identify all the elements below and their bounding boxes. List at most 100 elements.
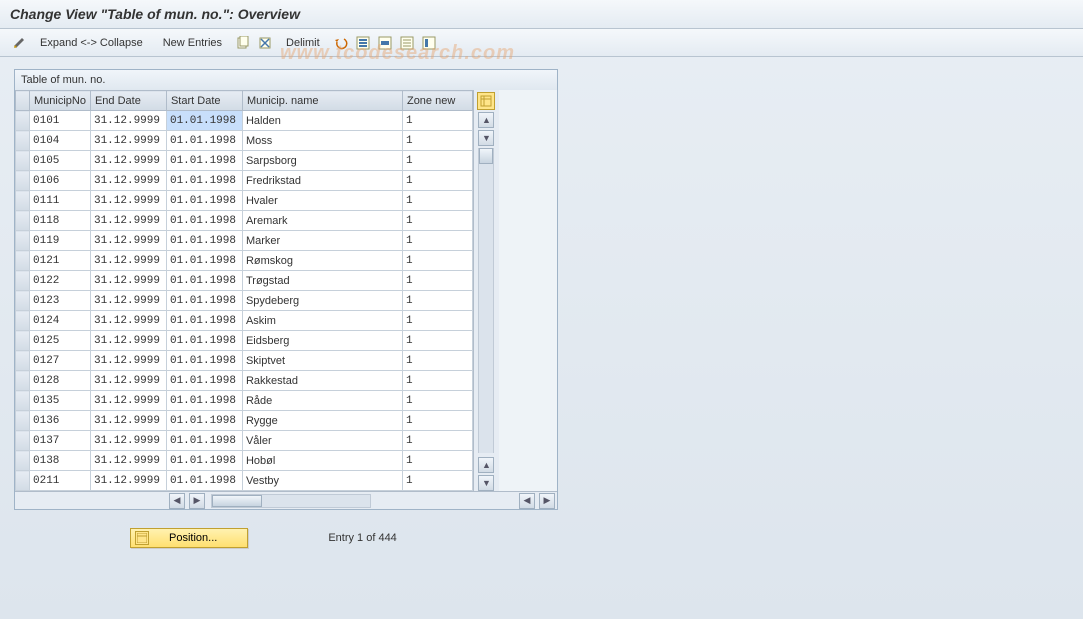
cell-startdate[interactable]: 01.01.1998 (166, 291, 242, 311)
delete-icon[interactable] (256, 34, 274, 52)
new-entries-button[interactable]: New Entries (155, 35, 230, 51)
row-handle[interactable] (16, 451, 30, 471)
row-handle[interactable] (16, 131, 30, 151)
row-handle[interactable] (16, 391, 30, 411)
row-selector-header[interactable] (16, 91, 30, 111)
cell-name[interactable]: Sarpsborg (242, 151, 402, 171)
cell-enddate[interactable]: 31.12.9999 (90, 331, 166, 351)
row-handle[interactable] (16, 291, 30, 311)
cell-startdate[interactable]: 01.01.1998 (166, 171, 242, 191)
cell-municipno[interactable]: 0128 (30, 371, 91, 391)
cell-zone[interactable]: 1 (402, 391, 472, 411)
cell-enddate[interactable]: 31.12.9999 (90, 451, 166, 471)
cell-zone[interactable]: 1 (402, 251, 472, 271)
table-row[interactable]: 012831.12.999901.01.1998Rakkestad1 (16, 371, 473, 391)
table-row[interactable]: 011931.12.999901.01.1998Marker1 (16, 231, 473, 251)
table-row[interactable]: 013631.12.999901.01.1998Rygge1 (16, 411, 473, 431)
row-handle[interactable] (16, 331, 30, 351)
cell-zone[interactable]: 1 (402, 371, 472, 391)
cell-municipno[interactable]: 0135 (30, 391, 91, 411)
cell-municipno[interactable]: 0101 (30, 111, 91, 131)
cell-enddate[interactable]: 31.12.9999 (90, 191, 166, 211)
cell-zone[interactable]: 1 (402, 311, 472, 331)
cell-zone[interactable]: 1 (402, 131, 472, 151)
cell-zone[interactable]: 1 (402, 151, 472, 171)
cell-zone[interactable]: 1 (402, 451, 472, 471)
cell-enddate[interactable]: 31.12.9999 (90, 391, 166, 411)
table-row[interactable]: 012531.12.999901.01.1998Eidsberg1 (16, 331, 473, 351)
cell-name[interactable]: Marker (242, 231, 402, 251)
toggle-change-icon[interactable] (10, 34, 28, 52)
cell-zone[interactable]: 1 (402, 211, 472, 231)
cell-municipno[interactable]: 0119 (30, 231, 91, 251)
cell-enddate[interactable]: 31.12.9999 (90, 411, 166, 431)
cell-zone[interactable]: 1 (402, 111, 472, 131)
row-handle[interactable] (16, 111, 30, 131)
row-handle[interactable] (16, 351, 30, 371)
col-header-zonenew[interactable]: Zone new (402, 91, 472, 111)
row-handle[interactable] (16, 151, 30, 171)
print-icon[interactable] (420, 34, 438, 52)
cell-zone[interactable]: 1 (402, 291, 472, 311)
select-all-icon[interactable] (354, 34, 372, 52)
cell-municipno[interactable]: 0118 (30, 211, 91, 231)
cell-municipno[interactable]: 0137 (30, 431, 91, 451)
cell-startdate[interactable]: 01.01.1998 (166, 411, 242, 431)
cell-zone[interactable]: 1 (402, 171, 472, 191)
cell-enddate[interactable]: 31.12.9999 (90, 271, 166, 291)
cell-name[interactable]: Moss (242, 131, 402, 151)
col-header-municipno[interactable]: MunicipNo (30, 91, 91, 111)
table-row[interactable]: 010531.12.999901.01.1998Sarpsborg1 (16, 151, 473, 171)
hscroll-left-icon[interactable]: ◀ (169, 493, 185, 509)
cell-name[interactable]: Hvaler (242, 191, 402, 211)
cell-startdate[interactable]: 01.01.1998 (166, 151, 242, 171)
select-block-icon[interactable] (376, 34, 394, 52)
table-row[interactable]: 010131.12.999901.01.1998Halden1 (16, 111, 473, 131)
cell-name[interactable]: Rømskog (242, 251, 402, 271)
row-handle[interactable] (16, 471, 30, 491)
scroll-down-icon[interactable]: ▼ (478, 475, 494, 491)
cell-name[interactable]: Spydeberg (242, 291, 402, 311)
row-handle[interactable] (16, 231, 30, 251)
table-row[interactable]: 010631.12.999901.01.1998Fredrikstad1 (16, 171, 473, 191)
cell-startdate[interactable]: 01.01.1998 (166, 331, 242, 351)
table-row[interactable]: 012331.12.999901.01.1998Spydeberg1 (16, 291, 473, 311)
cell-municipno[interactable]: 0124 (30, 311, 91, 331)
cell-enddate[interactable]: 31.12.9999 (90, 351, 166, 371)
hscroll-thumb[interactable] (212, 495, 262, 507)
cell-name[interactable]: Råde (242, 391, 402, 411)
cell-enddate[interactable]: 31.12.9999 (90, 431, 166, 451)
cell-municipno[interactable]: 0106 (30, 171, 91, 191)
col-header-startdate[interactable]: Start Date (166, 91, 242, 111)
hscroll-right-step-icon[interactable]: ▶ (189, 493, 205, 509)
cell-name[interactable]: Eidsberg (242, 331, 402, 351)
table-row[interactable]: 013831.12.999901.01.1998Hobøl1 (16, 451, 473, 471)
cell-municipno[interactable]: 0125 (30, 331, 91, 351)
table-row[interactable]: 021131.12.999901.01.1998Vestby1 (16, 471, 473, 491)
cell-name[interactable]: Fredrikstad (242, 171, 402, 191)
cell-municipno[interactable]: 0211 (30, 471, 91, 491)
cell-startdate[interactable]: 01.01.1998 (166, 391, 242, 411)
cell-startdate[interactable]: 01.01.1998 (166, 431, 242, 451)
table-row[interactable]: 011131.12.999901.01.1998Hvaler1 (16, 191, 473, 211)
cell-zone[interactable]: 1 (402, 351, 472, 371)
expand-collapse-button[interactable]: Expand <-> Collapse (32, 35, 151, 51)
cell-municipno[interactable]: 0111 (30, 191, 91, 211)
cell-name[interactable]: Våler (242, 431, 402, 451)
cell-name[interactable]: Vestby (242, 471, 402, 491)
cell-enddate[interactable]: 31.12.9999 (90, 171, 166, 191)
cell-enddate[interactable]: 31.12.9999 (90, 251, 166, 271)
hscroll-right-icon[interactable]: ▶ (539, 493, 555, 509)
table-row[interactable]: 013531.12.999901.01.1998Råde1 (16, 391, 473, 411)
cell-enddate[interactable]: 31.12.9999 (90, 131, 166, 151)
col-header-municipname[interactable]: Municip. name (242, 91, 402, 111)
cell-municipno[interactable]: 0127 (30, 351, 91, 371)
cell-name[interactable]: Askim (242, 311, 402, 331)
cell-enddate[interactable]: 31.12.9999 (90, 291, 166, 311)
row-handle[interactable] (16, 311, 30, 331)
table-row[interactable]: 012431.12.999901.01.1998Askim1 (16, 311, 473, 331)
deselect-all-icon[interactable] (398, 34, 416, 52)
cell-enddate[interactable]: 31.12.9999 (90, 211, 166, 231)
cell-name[interactable]: Rakkestad (242, 371, 402, 391)
cell-zone[interactable]: 1 (402, 431, 472, 451)
